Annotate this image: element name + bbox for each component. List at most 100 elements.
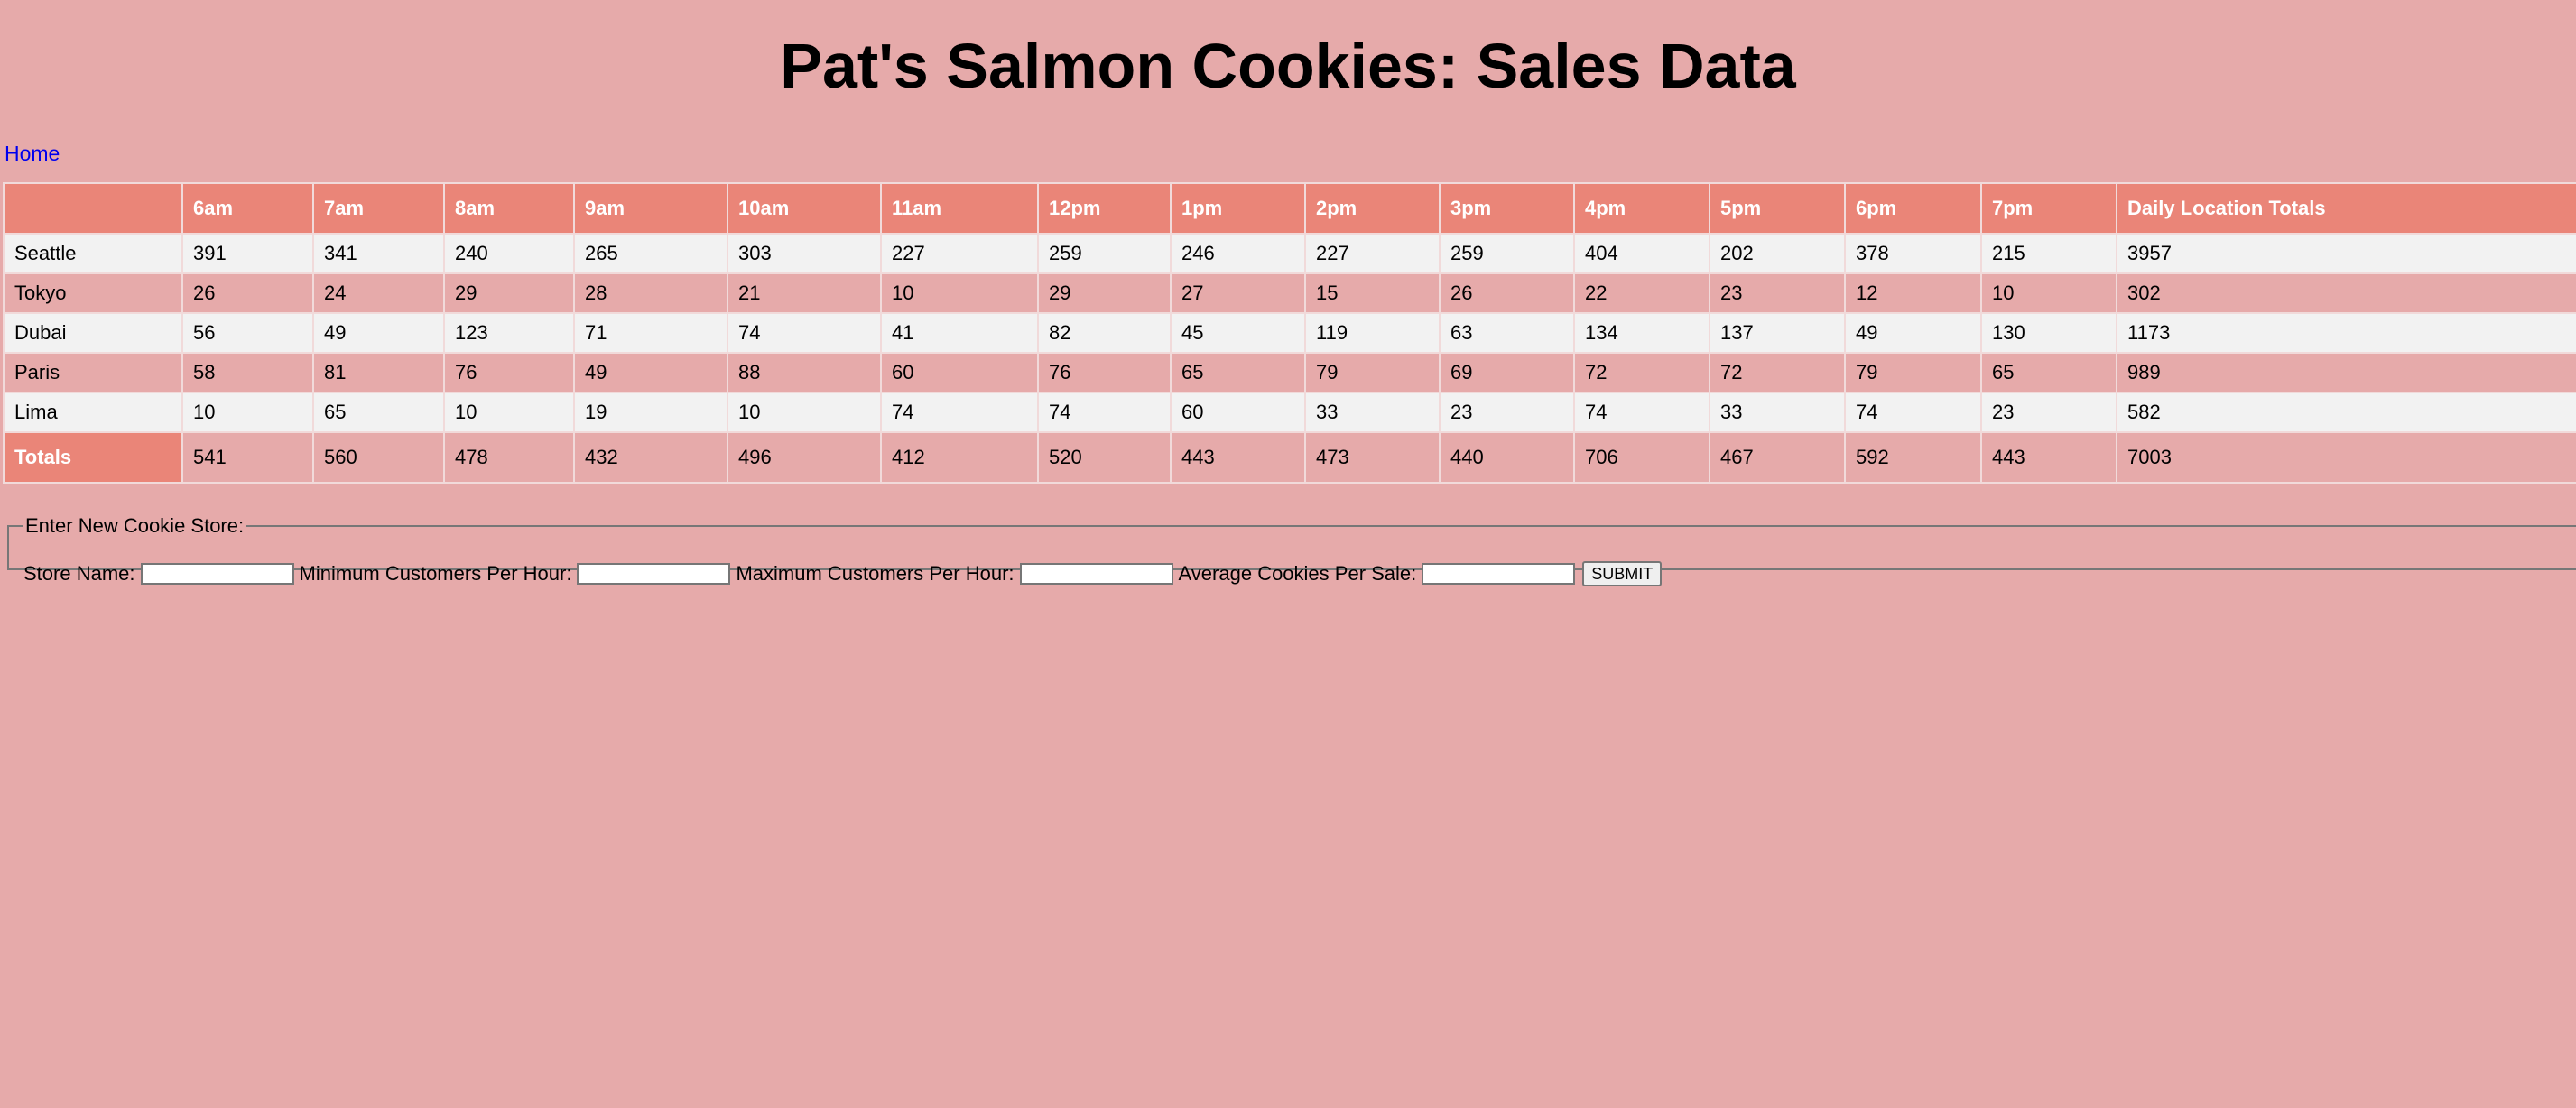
header-cell-7pm: 7pm [1980,182,2117,235]
store-name-label: Store Name: [23,562,135,585]
table-cell: 119 [1304,312,1441,354]
header-cell-3pm: 3pm [1439,182,1575,235]
table-cell: 134 [1573,312,1710,354]
table-cell: 65 [1170,352,1306,393]
avg-cookies-input[interactable] [1422,563,1576,585]
total-cell: 440 [1439,431,1575,484]
table-cell: 130 [1980,312,2117,354]
total-cell: 560 [312,431,445,484]
row-daily-total: 3957 [2116,233,2576,274]
total-cell: 467 [1709,431,1846,484]
table-cell: 259 [1037,233,1172,274]
table-cell: 56 [181,312,314,354]
table-cell: 12 [1844,272,1982,314]
header-cell-1pm: 1pm [1170,182,1306,235]
page-title: Pat's Salmon Cookies: Sales Data [780,31,1796,101]
table-cell: 19 [573,392,728,433]
table-cell: 404 [1573,233,1710,274]
store-name-input[interactable] [140,563,294,585]
total-cell: 520 [1037,431,1172,484]
form-legend: Enter New Cookie Store: [25,514,245,537]
row-daily-total: 989 [2116,352,2576,393]
table-cell: 28 [573,272,728,314]
avg-cookies-label: Average Cookies Per Sale: [1178,562,1417,585]
table-cell: 215 [1980,233,2117,274]
table-cell: 41 [880,312,1039,354]
table-cell: 58 [181,352,314,393]
row-store-name: Tokyo [3,272,183,314]
table-cell: 10 [181,392,314,433]
table-cell: 45 [1170,312,1306,354]
table-cell: 259 [1439,233,1575,274]
table-cell: 60 [1170,392,1306,433]
total-cell: 412 [880,431,1039,484]
table-cell: 10 [1980,272,2117,314]
table-cell: 29 [443,272,575,314]
table-cell: 26 [1439,272,1575,314]
table-cell: 72 [1709,352,1846,393]
max-customers-input[interactable] [1019,563,1173,585]
table-cell: 69 [1439,352,1575,393]
table-cell: 49 [573,352,728,393]
table-cell: 391 [181,233,314,274]
table-cell: 29 [1037,272,1172,314]
table-cell: 137 [1709,312,1846,354]
total-cell: 443 [1170,431,1306,484]
table-cell: 27 [1170,272,1306,314]
table-cell: 23 [1439,392,1575,433]
header-cell-9am: 9am [573,182,728,235]
header-cell-10am: 10am [727,182,882,235]
table-cell: 74 [1844,392,1982,433]
row-store-name: Dubai [3,312,183,354]
totals-row: Totals 541 560 478 432 496 412 520 443 473 440 706… [3,431,2576,484]
table-cell: 227 [1304,233,1441,274]
table-cell: 81 [312,352,445,393]
table-row: Paris 58 81 76 49 88 60 76 65 79 69 72 72 79 65 989 [3,352,2576,393]
table-cell: 82 [1037,312,1172,354]
table-cell: 72 [1573,352,1710,393]
total-cell: 473 [1304,431,1441,484]
table-cell: 74 [1037,392,1172,433]
header-cell-7am: 7am [312,182,445,235]
table-cell: 227 [880,233,1039,274]
row-daily-total: 302 [2116,272,2576,314]
table-cell: 74 [880,392,1039,433]
min-customers-input[interactable] [577,563,731,585]
total-cell: 432 [573,431,728,484]
total-cell: 541 [181,431,314,484]
table-cell: 76 [443,352,575,393]
table-cell: 341 [312,233,445,274]
sales-table: 6am 7am 8am 9am 10am 11am 12pm 1pm 2pm 3… [3,182,2576,484]
table-cell: 240 [443,233,575,274]
header-cell-6am: 6am [181,182,314,235]
table-cell: 33 [1304,392,1441,433]
table-cell: 88 [727,352,882,393]
table-cell: 63 [1439,312,1575,354]
home-link[interactable]: Home [5,142,60,165]
header-cell-8am: 8am [443,182,575,235]
header-row: 6am 7am 8am 9am 10am 11am 12pm 1pm 2pm 3… [3,182,2576,235]
table-cell: 123 [443,312,575,354]
total-cell: 592 [1844,431,1982,484]
table-cell: 15 [1304,272,1441,314]
table-footer: Totals 541 560 478 432 496 412 520 443 473 440 706… [3,431,2576,484]
table-cell: 378 [1844,233,1982,274]
table-cell: 22 [1573,272,1710,314]
table-cell: 65 [1980,352,2117,393]
table-cell: 33 [1709,392,1846,433]
row-daily-total: 1173 [2116,312,2576,354]
submit-button[interactable]: SUBMIT [1582,561,1663,586]
table-cell: 79 [1844,352,1982,393]
total-cell: 496 [727,431,882,484]
total-cell: 706 [1573,431,1710,484]
table-row: Tokyo 26 24 29 28 21 10 29 27 15 26 22 23 12 10 302 [3,272,2576,314]
table-cell: 23 [1980,392,2117,433]
header-cell-6pm: 6pm [1844,182,1982,235]
table-cell: 76 [1037,352,1172,393]
header-cell-12pm: 12pm [1037,182,1172,235]
header-cell-2pm: 2pm [1304,182,1441,235]
table-cell: 24 [312,272,445,314]
header-cell-5pm: 5pm [1709,182,1846,235]
table-cell: 23 [1709,272,1846,314]
table-row: Seattle 391 341 240 265 303 227 259 246 227 259 404… [3,233,2576,274]
